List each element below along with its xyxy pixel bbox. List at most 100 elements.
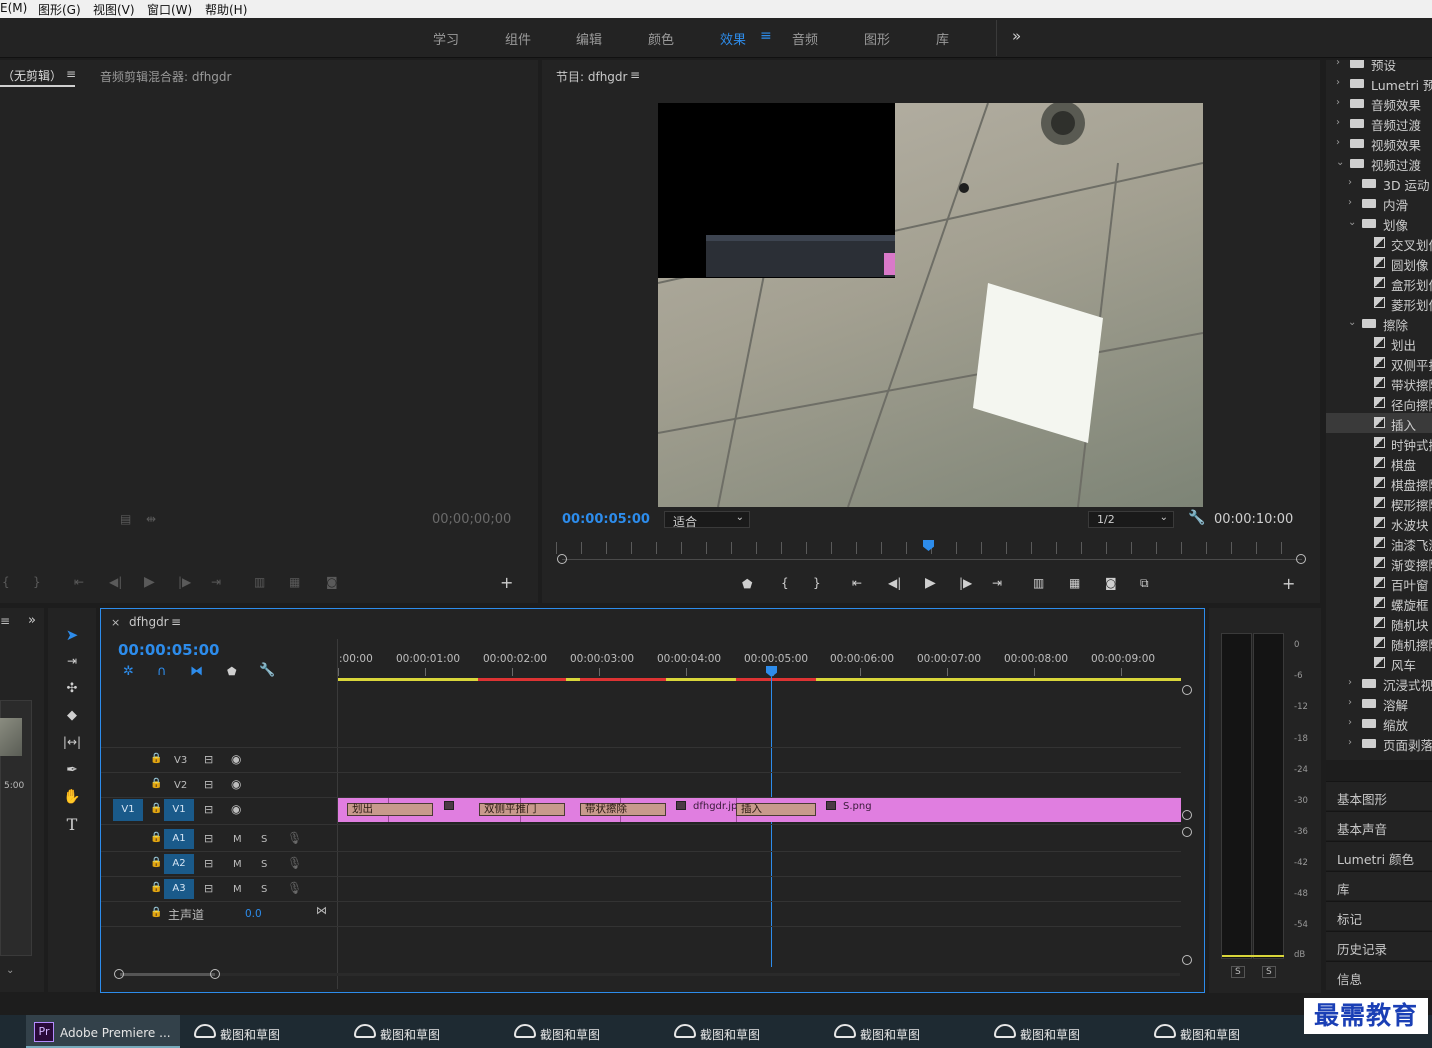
close-icon[interactable]: × xyxy=(111,616,120,629)
solo-left-button[interactable]: S xyxy=(1231,966,1245,978)
drag-video-icon[interactable]: ⇹ xyxy=(146,512,156,526)
workspace-tab-graphics[interactable]: 图形 xyxy=(864,29,890,48)
sync-lock-icon[interactable]: ⊟ xyxy=(204,778,213,791)
chevron-right-icon[interactable]: › xyxy=(1348,197,1352,208)
right-panel-tab[interactable]: 基本声音 xyxy=(1326,811,1432,840)
horizontal-scrollbar[interactable] xyxy=(120,973,1180,976)
effects-tree-item[interactable]: 棋盘 xyxy=(1326,453,1432,473)
program-timecode[interactable]: 00:00:05:00 xyxy=(562,512,650,527)
zoom-select[interactable]: 适合 ⌄ xyxy=(664,511,750,529)
chevron-right-icon[interactable]: › xyxy=(1348,677,1352,688)
zoom-handle-right[interactable] xyxy=(1296,554,1306,564)
transition-clip[interactable]: 带状擦除 xyxy=(580,803,666,816)
step-back-icon[interactable]: ◀| xyxy=(888,576,901,590)
time-ruler[interactable] xyxy=(338,668,1181,676)
transition-clip[interactable]: 双侧平推门 xyxy=(479,803,565,816)
ripple-edit-tool-icon[interactable]: ✣ xyxy=(62,681,82,701)
linked-selection-icon[interactable]: ⧓ xyxy=(190,664,203,679)
effects-tree-item[interactable]: 交叉划像 xyxy=(1326,233,1432,253)
sync-lock-icon[interactable]: ⊟ xyxy=(204,832,213,845)
scroll-handle-right[interactable] xyxy=(210,969,220,979)
effects-tree-item[interactable]: 时钟式擦除 xyxy=(1326,433,1432,453)
solo-button[interactable]: S xyxy=(261,834,267,845)
effects-tree-item[interactable]: 随机块 xyxy=(1326,613,1432,633)
effects-tree-item[interactable]: 棋盘擦除 xyxy=(1326,473,1432,493)
transition-clip[interactable]: 划出 xyxy=(347,803,433,816)
type-tool-icon[interactable]: T xyxy=(62,815,82,835)
chevron-down-icon[interactable]: ⌄ xyxy=(1336,157,1344,168)
snap-icon[interactable]: ∩ xyxy=(157,664,167,679)
effects-tree-item[interactable]: 百叶窗 xyxy=(1326,573,1432,593)
export-frame-icon[interactable]: ◙ xyxy=(1105,576,1117,590)
step-forward-icon[interactable]: |▶ xyxy=(959,576,972,590)
track-target-a1[interactable]: A1 xyxy=(164,829,194,849)
right-panel-tab[interactable]: 基本图形 xyxy=(1326,781,1432,810)
menu-help[interactable]: 帮助(H) xyxy=(205,1,247,18)
effects-tree-item[interactable]: › 音频效果 xyxy=(1326,93,1432,113)
selection-tool-icon[interactable]: ➤ xyxy=(62,626,82,646)
sequence-tab[interactable]: dfhgdr xyxy=(129,615,169,629)
go-to-out-icon[interactable]: ⇥ xyxy=(211,575,221,589)
mute-button[interactable]: M xyxy=(233,884,242,895)
go-to-in-icon[interactable]: ⇤ xyxy=(852,576,862,590)
master-volume-value[interactable]: 0.0 xyxy=(245,908,262,920)
insert-clip-icon[interactable]: ▥ xyxy=(254,575,265,589)
extract-icon[interactable]: ▦ xyxy=(1069,576,1080,590)
pen-tool-icon[interactable]: ✒ xyxy=(62,762,82,782)
right-panel-tab[interactable]: 信息 xyxy=(1326,961,1432,990)
chevron-right-icon[interactable]: › xyxy=(1336,137,1340,148)
effects-tree-item[interactable]: 风车 xyxy=(1326,653,1432,673)
workspace-tab-libraries[interactable]: 库 xyxy=(936,29,949,48)
lock-icon[interactable]: 🔒 xyxy=(150,803,162,814)
go-to-out-icon[interactable]: ⇥ xyxy=(992,576,1002,590)
mark-out-icon[interactable]: } xyxy=(813,576,821,590)
effects-tree-item[interactable]: 随机擦除 xyxy=(1326,633,1432,653)
add-marker-icon[interactable]: ⬟ xyxy=(227,665,237,678)
chevron-right-icon[interactable]: › xyxy=(1348,697,1352,708)
mark-in-icon[interactable]: { xyxy=(781,576,789,590)
sync-lock-icon[interactable]: ⊟ xyxy=(204,753,213,766)
insert-icon[interactable]: ▤ xyxy=(120,512,131,526)
zoom-bar[interactable] xyxy=(562,559,1302,560)
chevron-down-icon[interactable]: ⌄ xyxy=(6,965,14,976)
play-icon[interactable]: ▶ xyxy=(925,575,936,591)
chevron-right-icon[interactable]: › xyxy=(1336,60,1340,68)
eye-icon[interactable]: ◉ xyxy=(231,802,241,816)
sync-lock-icon[interactable]: ⊟ xyxy=(204,857,213,870)
microphone-icon[interactable]: 🎙 xyxy=(287,881,302,895)
scroll-handle-left[interactable] xyxy=(114,969,124,979)
effects-tree-item[interactable]: 水波块 xyxy=(1326,513,1432,533)
workspace-tab-learn[interactable]: 学习 xyxy=(433,29,459,48)
lock-icon[interactable]: 🔒 xyxy=(150,882,162,893)
scrollbar-thumb[interactable] xyxy=(120,973,215,976)
chevron-right-icon[interactable]: › xyxy=(1336,77,1340,88)
sync-lock-icon[interactable]: ⊟ xyxy=(204,882,213,895)
wrench-icon[interactable]: 🔧 xyxy=(259,663,275,678)
effects-tree-item[interactable]: 楔形擦除 xyxy=(1326,493,1432,513)
zoom-handle-left[interactable] xyxy=(557,554,567,564)
lock-icon[interactable]: 🔒 xyxy=(150,832,162,843)
track-target-a3[interactable]: A3 xyxy=(164,879,194,899)
source-patch-v1[interactable]: V1 xyxy=(113,799,143,821)
tab-source[interactable]: （无剪辑） xyxy=(2,67,62,84)
lock-icon[interactable]: 🔒 xyxy=(150,753,162,764)
effects-tree-item[interactable]: › 缩放 xyxy=(1326,713,1432,733)
hamburger-menu-icon[interactable]: ≡ xyxy=(760,28,772,44)
go-to-in-icon[interactable]: ⇤ xyxy=(74,575,84,589)
chevron-right-icon[interactable]: › xyxy=(1336,97,1340,108)
menu-graphics[interactable]: 图形(G) xyxy=(38,1,81,18)
effects-tree-item[interactable]: › 预设 xyxy=(1326,60,1432,73)
export-frame-icon[interactable]: ◙ xyxy=(326,575,338,589)
effects-tree-item[interactable]: ⌄ 视频过渡 xyxy=(1326,153,1432,173)
program-title[interactable]: 节目: dfhgdr xyxy=(556,68,627,85)
effects-tree-item[interactable]: › 视频效果 xyxy=(1326,133,1432,153)
effects-tree-item[interactable]: › 沉浸式视频 xyxy=(1326,673,1432,693)
effects-tree-item[interactable]: 盒形划像 xyxy=(1326,273,1432,293)
razor-tool-icon[interactable]: ◆ xyxy=(62,708,82,728)
sync-lock-icon[interactable]: ⊟ xyxy=(204,803,213,816)
play-icon[interactable]: ▶ xyxy=(144,574,155,590)
workspace-tab-editing[interactable]: 编辑 xyxy=(576,29,602,48)
lift-icon[interactable]: ▥ xyxy=(1033,576,1044,590)
effects-tree-item[interactable]: › 3D 运动 xyxy=(1326,173,1432,193)
mark-out-icon[interactable]: } xyxy=(33,575,41,589)
